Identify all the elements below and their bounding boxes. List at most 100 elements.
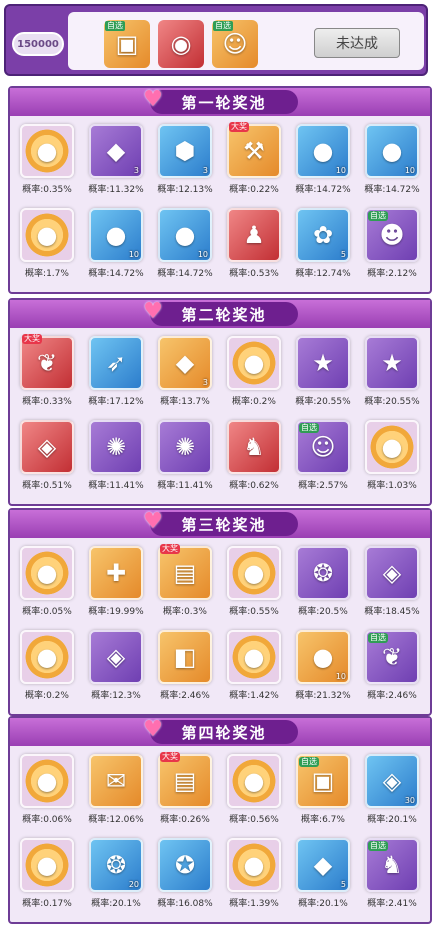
reward-item[interactable]: ▤ 大奖 概率:0.26% <box>152 752 218 836</box>
header-item-orb[interactable]: ◉ <box>158 20 204 68</box>
character-icon: ☺ <box>310 433 336 461</box>
reward-item[interactable]: ● 概率:1.03% <box>359 420 425 502</box>
reward-item[interactable]: ◆ 3 概率:13.7% <box>152 336 218 418</box>
reward-item[interactable]: ● 概率:0.2% <box>14 630 80 712</box>
scroll-icon: ✉ <box>105 767 127 795</box>
reward-item[interactable]: ❂ 概率:20.5% <box>290 546 356 628</box>
reward-item[interactable]: ● 概率:0.56% <box>221 754 287 836</box>
reward-item[interactable]: ✉ 概率:12.06% <box>83 754 149 836</box>
reward-item-icon-box: ▣ 自选 <box>296 754 350 808</box>
reward-item[interactable]: ◆ 5 概率:20.1% <box>290 838 356 920</box>
pool-title-bar: 第三轮奖池 ♥ <box>10 509 430 538</box>
reward-item[interactable]: ● 概率:1.39% <box>221 838 287 920</box>
reward-item[interactable]: ❂ 20 概率:20.1% <box>83 838 149 920</box>
reward-item-icon-box: ◈ <box>20 420 74 474</box>
coin-icon: ● <box>36 559 58 587</box>
reward-item[interactable]: ♞ 自选 概率:2.41% <box>359 838 425 920</box>
reward-item[interactable]: ● 概率:0.35% <box>14 124 80 206</box>
reward-item[interactable]: ◈ 30 概率:20.1% <box>359 754 425 836</box>
claim-button[interactable]: 未达成 <box>314 28 400 58</box>
reward-item-icon-box: ♟ <box>227 208 281 262</box>
badge-icon: ★ <box>312 349 334 377</box>
reward-item[interactable]: ● 概率:0.05% <box>14 546 80 628</box>
reward-item[interactable]: ★ 概率:20.55% <box>290 336 356 418</box>
item-probability: 概率:0.2% <box>232 397 276 407</box>
token-count-badge: 150000 <box>12 32 64 56</box>
reward-item[interactable]: ◈ 概率:0.51% <box>14 420 80 502</box>
reward-item-icon-box: ❦ 自选 <box>365 630 419 684</box>
reward-item[interactable]: ▤ 大奖 概率:0.3% <box>152 544 218 628</box>
amulet-icon: ✪ <box>174 851 196 879</box>
item-probability: 概率:0.55% <box>229 607 279 617</box>
reward-item[interactable]: ❦ 大奖 概率:0.33% <box>14 334 80 418</box>
pool-banner: 第三轮奖池 <box>150 512 298 536</box>
reward-item[interactable]: ✪ 概率:16.08% <box>152 838 218 920</box>
header-item-character[interactable]: 自选 ☺ <box>212 20 258 68</box>
coin-icon: ● <box>36 221 58 249</box>
reward-item[interactable]: ● 10 概率:21.32% <box>290 630 356 712</box>
pool-banner: 第一轮奖池 <box>150 90 298 114</box>
heart-icon: ♥ <box>143 298 163 324</box>
reward-item[interactable]: ● 10 概率:14.72% <box>359 124 425 206</box>
reward-item[interactable]: ◈ 概率:12.3% <box>83 630 149 712</box>
pool-banner: 第四轮奖池 <box>150 720 298 744</box>
item-probability: 概率:1.03% <box>367 481 417 491</box>
reward-item[interactable]: ✿ 5 概率:12.74% <box>290 208 356 290</box>
reward-item[interactable]: ☻ 自选 概率:2.12% <box>359 208 425 290</box>
item-probability: 概率:19.99% <box>88 607 144 617</box>
reward-item[interactable]: ● 概率:0.2% <box>221 336 287 418</box>
reward-item[interactable]: ✚ 概率:19.99% <box>83 546 149 628</box>
reward-item[interactable]: ⚒ 大奖 概率:0.22% <box>221 122 287 206</box>
reward-item-icon-box: ● <box>20 124 74 178</box>
item-probability: 概率:12.74% <box>295 269 351 279</box>
reward-item-icon-box: ● 10 <box>158 208 212 262</box>
reward-item[interactable]: ✺ 概率:11.41% <box>152 420 218 502</box>
shield-icon: ⬢ <box>174 137 196 165</box>
reward-item[interactable]: ● 概率:0.17% <box>14 838 80 920</box>
reward-item[interactable]: ● 概率:1.42% <box>221 630 287 712</box>
reward-item[interactable]: ● 概率:0.55% <box>221 546 287 628</box>
reward-item[interactable]: ♞ 概率:0.62% <box>221 420 287 502</box>
item-probability: 概率:0.53% <box>229 269 279 279</box>
reward-item[interactable]: ⬢ 3 概率:12.13% <box>152 124 218 206</box>
item-probability: 概率:20.1% <box>91 899 141 909</box>
reward-item[interactable]: ➶ 概率:17.12% <box>83 336 149 418</box>
pet-icon: ❦ <box>36 349 58 377</box>
reward-item[interactable]: ● 10 概率:14.72% <box>152 208 218 290</box>
reward-item[interactable]: ◈ 概率:18.45% <box>359 546 425 628</box>
reward-item[interactable]: ▣ 自选概率:6.7% <box>290 754 356 836</box>
character-icon: ☺ <box>222 30 248 58</box>
puzzle-icon: ✚ <box>105 559 127 587</box>
coin-icon: ● <box>243 643 265 671</box>
coin-icon: ● <box>243 349 265 377</box>
reward-pool-panel: 第二轮奖池 ♥ ❦ 大奖 概率:0.33% ➶ 概率:17.12% ◆ 3 概率:13.7% ● 概率… <box>8 298 432 506</box>
reward-item[interactable]: ✺ 概率:11.41% <box>83 420 149 502</box>
item-probability: 概率:14.72% <box>157 269 213 279</box>
reward-item[interactable]: ❦ 自选 概率:2.46% <box>359 630 425 712</box>
reward-item[interactable]: ● 10 概率:14.72% <box>290 124 356 206</box>
reward-item-icon-box: ❂ 20 <box>89 838 143 892</box>
reward-item-icon-box: ❦ 大奖 <box>20 334 74 390</box>
reward-item[interactable]: ★ 概率:20.55% <box>359 336 425 418</box>
reward-item[interactable]: ● 概率:1.7% <box>14 208 80 290</box>
reward-item[interactable]: ● 10 概率:14.72% <box>83 208 149 290</box>
reward-item-icon-box: ✪ <box>158 838 212 892</box>
reward-item[interactable]: ♟ 概率:0.53% <box>221 208 287 290</box>
header-item-chest[interactable]: 自选 ▣ <box>104 20 150 68</box>
coin-icon: ● <box>36 767 58 795</box>
reward-item[interactable]: ◧ 概率:2.46% <box>152 630 218 712</box>
item-probability: 概率:12.3% <box>91 691 141 701</box>
item-quantity: 10 <box>128 250 139 259</box>
item-probability: 概率:2.41% <box>367 899 417 909</box>
reward-item[interactable]: ● 概率:0.06% <box>14 754 80 836</box>
item-quantity: 10 <box>335 672 346 681</box>
monster-icon: ♞ <box>243 433 265 461</box>
gem-icon: ◆ <box>313 851 333 879</box>
item-probability: 概率:6.7% <box>301 815 345 825</box>
select-flag: 自选 <box>299 423 319 433</box>
fruit-icon: ● <box>174 221 196 249</box>
reward-item[interactable]: ☺ 自选 概率:2.57% <box>290 420 356 502</box>
fruit-icon: ● <box>312 643 334 671</box>
reward-item[interactable]: ◆ 3 概率:11.32% <box>83 124 149 206</box>
fruit-icon: ● <box>105 221 127 249</box>
